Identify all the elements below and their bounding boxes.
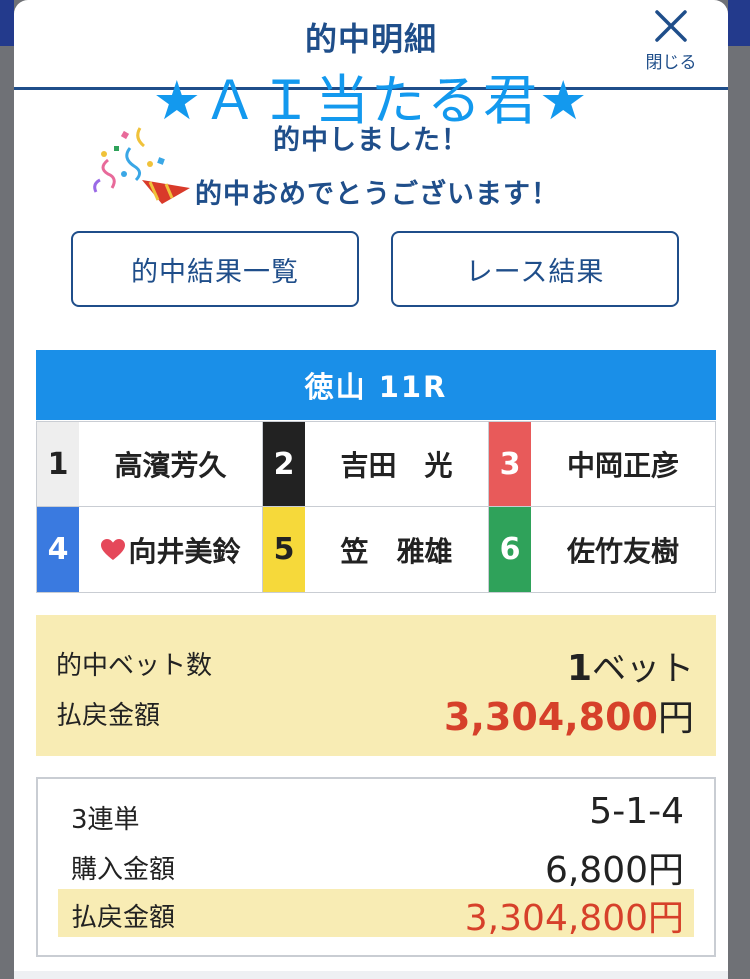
racer-cell: 4 向井美鈴 [37, 507, 263, 592]
waku-number: 5 [263, 507, 305, 592]
racer-name: 佐竹友樹 [566, 534, 679, 568]
payout-row: 払戻金額 3,304,800円 [58, 889, 694, 939]
close-icon [655, 10, 687, 42]
bets-count-value: 1ベット [567, 641, 694, 690]
racer-name: 向井美鈴 [128, 534, 241, 568]
bottom-edge [14, 971, 728, 979]
racer-cell: 5 笠 雅雄 [263, 507, 489, 592]
hit-detail-modal: 的中明細 閉じる ★ＡＩ当たる君★ 的中しました！ 的中おめでとうございます！ … [14, 0, 728, 979]
congrats-message: 的中おめでとうございます！ [195, 179, 559, 210]
purchase-amount-value: 6,800円 [544, 850, 684, 891]
racer-name: 笠 雅雄 [340, 534, 453, 568]
waku-number: 2 [263, 422, 305, 506]
racer-cell: 2 吉田 光 [263, 422, 489, 507]
heart-icon [101, 538, 126, 560]
hit-results-list-button[interactable]: 的中結果一覧 [71, 231, 359, 307]
payout-label: 払戻金額 [56, 701, 161, 731]
summary-box: 的中ベット数 1ベット 払戻金額 3,304,800円 [36, 615, 716, 756]
racer-name: 吉田 光 [340, 449, 453, 482]
waku-number: 3 [489, 422, 531, 506]
waku-number: 6 [489, 507, 531, 592]
bet-type-label: 3連単 [71, 805, 140, 835]
bets-count-number: 1 [566, 648, 592, 689]
background-page-edge [728, 0, 750, 46]
background-page-edge [0, 0, 14, 46]
payout-unit: 円 [657, 698, 694, 739]
waku-number: 4 [37, 507, 79, 592]
racer-name: 中岡正彦 [566, 449, 679, 482]
bets-count-label: 的中ベット数 [56, 651, 213, 681]
purchase-amount-label: 購入金額 [71, 855, 176, 885]
modal-title: 的中明細 [304, 20, 437, 58]
race-header: 徳山 11R [36, 350, 716, 420]
racer-cell: 6 佐竹友樹 [489, 507, 715, 592]
bet-combination: 5-1-4 [589, 791, 684, 832]
detail-payout-label: 払戻金額 [71, 903, 176, 933]
bet-detail-box: 3連単 5-1-4 購入金額 6,800円 払戻金額 3,304,800円 [36, 777, 716, 957]
racer-grid: 1 高濱芳久 2 吉田 光 3 中岡正彦 4 向井美鈴 5 笠 雅雄 6 佐竹友… [36, 421, 716, 593]
racer-name-with-icon: 向井美鈴 [79, 507, 262, 592]
party-popper-icon [93, 127, 190, 204]
racer-cell: 3 中岡正彦 [489, 422, 715, 507]
payout-amount: 3,304,800 [444, 695, 658, 739]
race-results-button[interactable]: レース結果 [391, 231, 679, 307]
racer-name: 高濱芳久 [114, 449, 227, 482]
payout-value: 3,304,800円 [444, 689, 694, 741]
racer-cell: 1 高濱芳久 [37, 422, 263, 507]
bets-count-unit: ベット [592, 649, 694, 689]
waku-number: 1 [37, 422, 79, 506]
detail-payout-value: 3,304,800円 [464, 898, 684, 939]
